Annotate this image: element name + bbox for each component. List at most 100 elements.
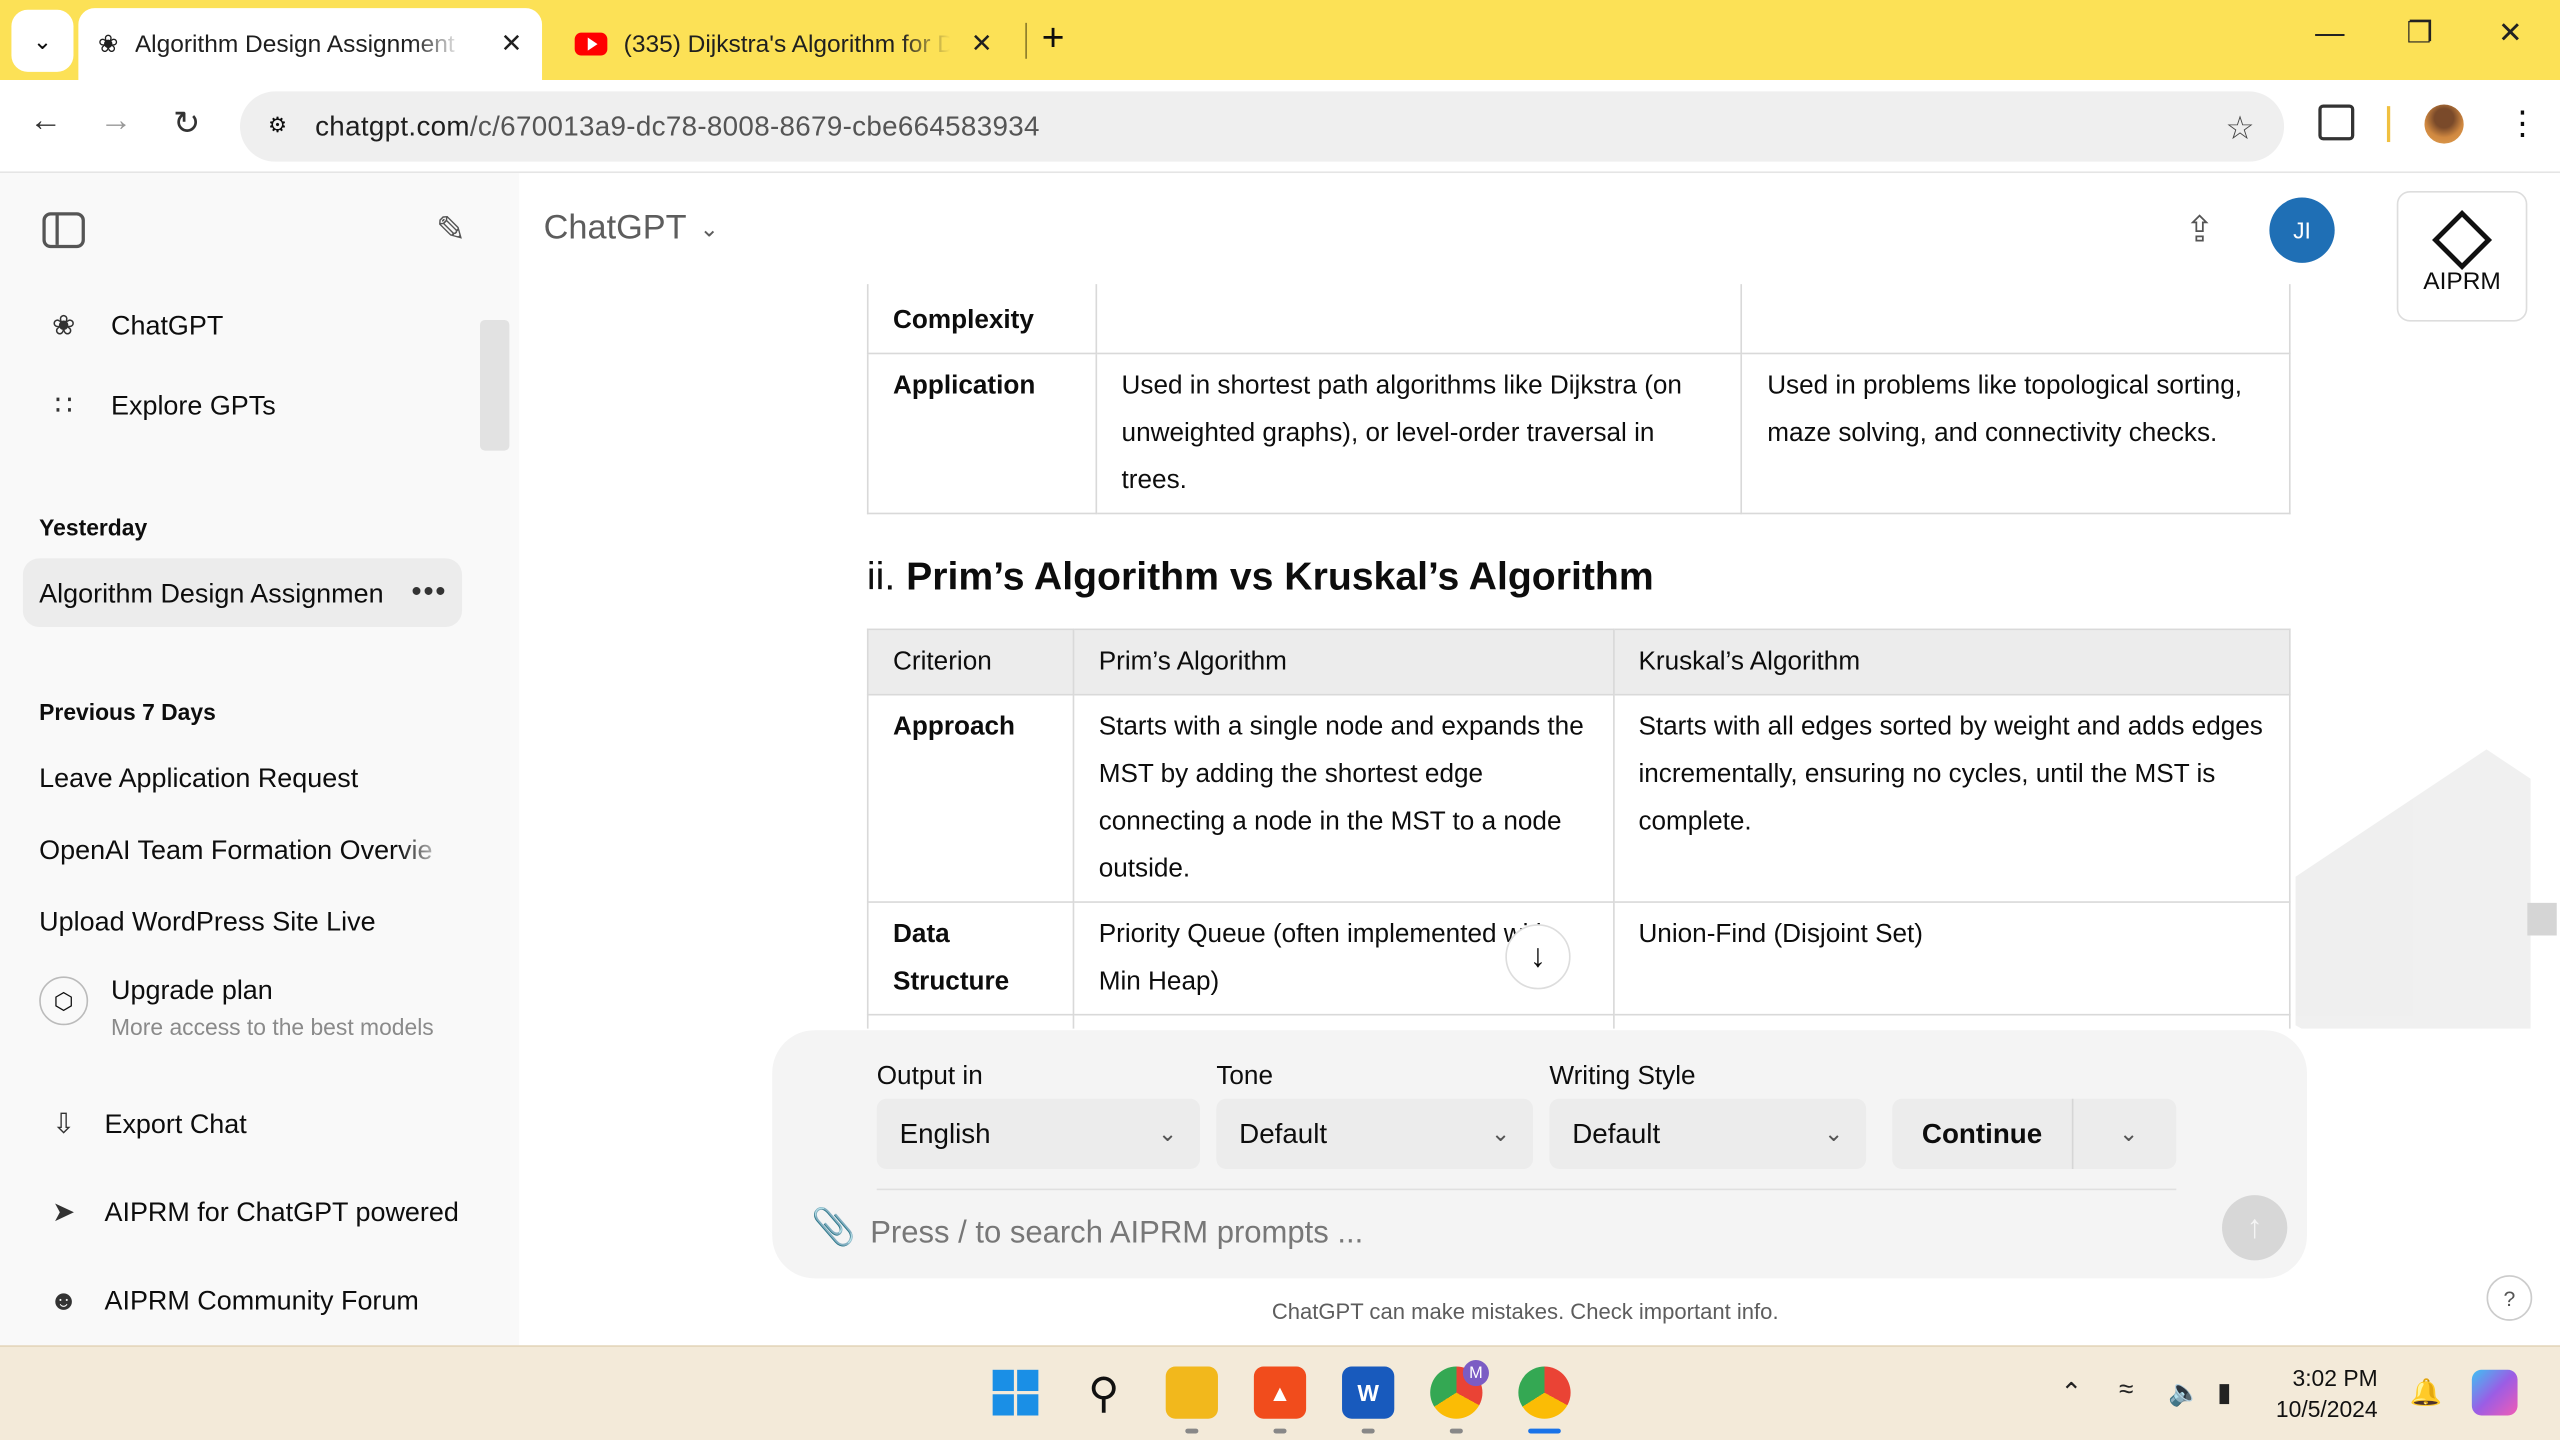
table-cell: Starts with all edges sorted by weight a… [1612,693,2291,903]
chevron-down-icon: ⌄ [1491,1119,1511,1147]
windows-start-icon[interactable] [989,1367,1041,1419]
table-header: Criterion [866,628,1075,696]
comparison-table-prim-kruskal: Criterion Prim’s Algorithm Kruskal’s Alg… [866,628,2291,1029]
address-bar[interactable]: ⚙ chatgpt.com/c/670013a9-dc78-8008-8679-… [239,91,2285,162]
word-icon[interactable]: W [1342,1366,1395,1419]
table-cell: Complexity [866,284,1098,355]
chat-item-upload-wordpress[interactable]: Upload WordPress Site Live [39,908,447,939]
table-row: Data Structure Priority Queue (often imp… [866,901,2291,1016]
sidebar-item-chatgpt[interactable]: ❀ ChatGPT [39,302,223,351]
new-tab-plus-icon[interactable]: + [1042,16,1065,62]
browser-menu-icon[interactable]: ⋮ [2506,103,2539,144]
profile-badge: M [1462,1359,1489,1387]
profile-avatar[interactable] [2424,104,2464,144]
forward-arrow-icon[interactable]: → [100,103,133,141]
taskbar: ⚲ ▲ W M ⌃ ≈ 🔈 ▮ 3:02 PM 10/5/2024 🔔 [0,1345,2560,1440]
back-arrow-icon[interactable]: ← [29,103,62,141]
running-indicator [1273,1428,1287,1434]
page-scrollbar-thumb[interactable] [2527,902,2557,936]
site-info-icon[interactable]: ⚙ [263,112,292,141]
writing-style-label: Writing Style [1549,1062,1696,1091]
share-upload-icon[interactable]: ⇪ [2184,209,2214,251]
sidebar: ✎ ❀ ChatGPT ∷ Explore GPTs Yesterday Alg… [0,173,520,1346]
section-heading-previous-7-days: Previous 7 Days [39,698,216,725]
file-explorer-icon[interactable] [1165,1366,1218,1419]
export-icon: ⇩ [52,1108,76,1140]
chevron-down-icon: ⌄ [699,214,719,241]
chevron-down-icon: ⌄ [1157,1119,1178,1147]
rocket-icon: ➤ [52,1196,76,1228]
continue-button[interactable]: Continue ⌄ [1892,1098,2177,1169]
sidebar-item-explore-gpts[interactable]: ∷ Explore GPTs [39,382,276,431]
chat-item-openai-team[interactable]: OpenAI Team Formation Overvie [39,836,447,867]
close-window-icon[interactable]: ✕ [2498,16,2523,50]
chevron-down-icon[interactable]: ⌄ [2119,1120,2138,1148]
sidebar-item-label: ChatGPT [111,311,224,341]
grid-icon: ∷ [54,390,73,422]
copilot-icon[interactable] [2471,1369,2518,1416]
minimize-icon[interactable]: — [2315,16,2344,50]
table-cell [1612,1013,2291,1029]
writing-style-select[interactable]: Default ⌄ [1549,1098,1867,1169]
aiprm-powered-link[interactable]: ➤ AIPRM for ChatGPT powered [39,1189,459,1238]
export-chat-button[interactable]: ⇩ Export Chat [39,1100,247,1149]
scroll-to-bottom-arrow-icon[interactable]: ↓ [1505,924,1571,990]
volume-icon[interactable]: 🔈 [2168,1376,2201,1409]
help-question-icon[interactable]: ? [2486,1275,2533,1321]
table-cell: Used in shortest path algorithms like Di… [1095,352,1743,515]
youtube-favicon-icon [574,32,608,56]
running-indicator [1185,1428,1199,1434]
paperclip-attach-icon[interactable]: 📎 [811,1207,856,1249]
tab-title: Algorithm Design Assignment S [134,30,462,58]
table-cell: Union-Find (Disjoint Set) [1612,901,2291,1016]
output-language-select[interactable]: English ⌄ [876,1098,1200,1169]
bookmark-star-icon[interactable]: ☆ [2225,108,2254,149]
toolbar-divider [2386,106,2391,143]
battery-icon[interactable]: ▮ [2217,1376,2231,1409]
chrome-icon[interactable] [1518,1366,1571,1419]
table-header: Prim’s Algorithm [1072,628,1614,696]
chat-item-leave-application[interactable]: Leave Application Request [39,764,447,795]
browser-tab-active[interactable]: ❀ Algorithm Design Assignment S ✕ [78,8,543,80]
close-tab-icon[interactable]: ✕ [501,28,523,61]
extensions-puzzle-icon[interactable] [2318,104,2355,141]
aiprm-logo-icon [2432,209,2493,270]
close-tab-icon[interactable]: ✕ [971,28,993,61]
chat-options-ellipsis-icon[interactable]: ••• [411,575,447,609]
sidebar-toggle-icon[interactable] [42,212,85,249]
select-value: Default [1572,1117,1661,1149]
user-avatar[interactable]: JI [2269,197,2335,263]
table-row: Complexity [866,284,2291,355]
section-heading-yesterday: Yesterday [39,514,148,541]
sidebar-scrollbar[interactable] [479,319,510,451]
clock-time: 3:02 PM [2292,1364,2378,1392]
upgrade-plan-button[interactable]: ⬡ Upgrade plan More access to the best m… [39,976,434,1040]
browser-tab-youtube[interactable]: (335) Dijkstra's Algorithm for Di ✕ [555,8,1012,80]
chat-item-algorithm-design[interactable]: Algorithm Design Assignmen [39,580,447,611]
restore-icon[interactable]: ❐ [2407,16,2433,50]
send-arrow-icon[interactable]: ↑ [2222,1195,2288,1261]
comparison-table-bfs-dfs: Complexity Application Used in shortest … [866,284,2291,515]
prompt-input[interactable] [870,1201,2177,1267]
table-cell: Approach [866,693,1075,903]
select-value: Default [1239,1117,1328,1149]
reload-icon[interactable]: ↻ [173,103,200,144]
model-selector[interactable]: ChatGPT ⌄ [544,209,719,248]
system-clock[interactable]: 3:02 PM 10/5/2024 [2276,1363,2378,1425]
clock-date: 10/5/2024 [2275,1395,2378,1423]
notification-bell-icon[interactable]: 🔔 [2410,1376,2443,1409]
tone-label: Tone [1216,1062,1273,1091]
wifi-icon[interactable]: ≈ [2119,1376,2133,1405]
upgrade-hexagon-icon: ⬡ [39,976,89,1026]
tone-select[interactable]: Default ⌄ [1216,1098,1534,1169]
tab-search-chevron-icon[interactable]: ⌄ [11,9,74,72]
composer: Output in English ⌄ Tone Default ⌄ Writi… [772,1030,2307,1279]
tray-overflow-chevron-icon[interactable]: ⌃ [2060,1376,2082,1409]
brave-browser-icon[interactable]: ▲ [1253,1366,1307,1419]
sidebar-item-label: AIPRM for ChatGPT powered [104,1197,459,1227]
new-chat-edit-icon[interactable]: ✎ [436,209,466,251]
aiprm-community-link[interactable]: ☻ AIPRM Community Forum [39,1277,419,1326]
table-cell [866,1013,1075,1029]
table-cell [1741,284,2291,355]
search-icon[interactable]: ⚲ [1078,1367,1130,1419]
